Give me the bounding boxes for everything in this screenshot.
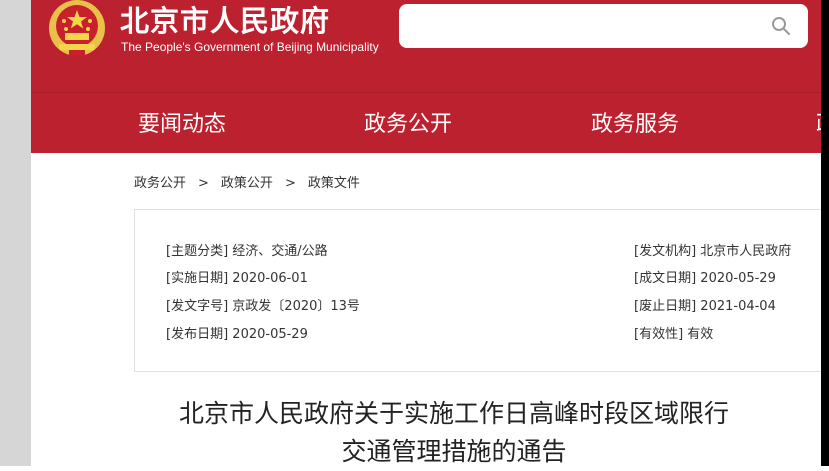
info-value: 2020-06-01 [232,271,308,286]
info-drafted-date: [成文日期] 2020-05-29 [634,267,776,286]
nav-item-news[interactable]: 要闻动态 [138,106,226,138]
info-effective-date: [实施日期] 2020-06-01 [166,267,308,286]
info-value: 京政发〔2020〕13号 [232,299,360,314]
info-repeal-date: [废止日期] 2021-04-04 [634,295,776,314]
breadcrumb-item-policy-disclosure[interactable]: 政策公开 [221,176,273,191]
site-subtitle: The People's Government of Beijing Munic… [121,40,379,54]
search-input[interactable] [399,4,808,48]
breadcrumb-item-policy-documents[interactable]: 政策文件 [308,176,360,191]
right-edge [821,0,829,466]
left-gutter [0,0,31,466]
main-nav: 要闻动态 政务公开 政务服务 政 [31,92,821,153]
info-issuing-agency: [发文机构] 北京市人民政府 [634,240,791,259]
info-value: 北京市人民政府 [700,244,792,259]
info-label: [发文机构] [634,244,697,259]
document-title-line-1: 北京市人民政府关于实施工作日高峰时段区域限行 [178,399,729,428]
info-label: [成文日期] [634,271,697,286]
info-validity: [有效性] 有效 [634,323,713,342]
document-info-panel: [主题分类] 经济、交通/公路 [实施日期] 2020-06-01 [发文字号]… [134,209,829,372]
national-emblem-icon[interactable] [45,0,109,60]
breadcrumb-separator: > [198,176,209,191]
breadcrumb: 政务公开 > 政策公开 > 政策文件 [134,172,360,191]
breadcrumb-item-government-affairs[interactable]: 政务公开 [134,176,186,191]
info-label: [主题分类] [166,244,229,259]
document-title: 北京市人民政府关于实施工作日高峰时段区域限行 交通管理措施的通告 [134,395,774,471]
info-label: [有效性] [634,327,684,342]
site-header: 北京市人民政府 The People's Government of Beiji… [31,0,821,92]
breadcrumb-separator: > [284,176,296,191]
info-value: 有效 [687,327,714,342]
nav-item-government-services[interactable]: 政务服务 [591,106,679,138]
info-value: 经济、交通/公路 [232,244,328,259]
info-subject-category: [主题分类] 经济、交通/公路 [166,240,328,259]
info-value: 2021-04-04 [700,299,776,314]
info-publish-date: [发布日期] 2020-05-29 [166,323,308,342]
info-label: [废止日期] [634,299,697,314]
document-title-line-2: 交通管理措施的通告 [341,437,567,466]
info-value: 2020-05-29 [232,327,308,342]
info-value: 2020-05-29 [700,271,776,286]
search-icon[interactable] [771,16,791,36]
info-label: [发布日期] [166,327,229,342]
info-label: [发文字号] [166,299,229,314]
nav-item-government-affairs[interactable]: 政务公开 [364,106,452,138]
info-document-number: [发文字号] 京政发〔2020〕13号 [166,295,360,314]
site-title[interactable]: 北京市人民政府 [120,0,330,40]
info-label: [实施日期] [166,271,229,286]
